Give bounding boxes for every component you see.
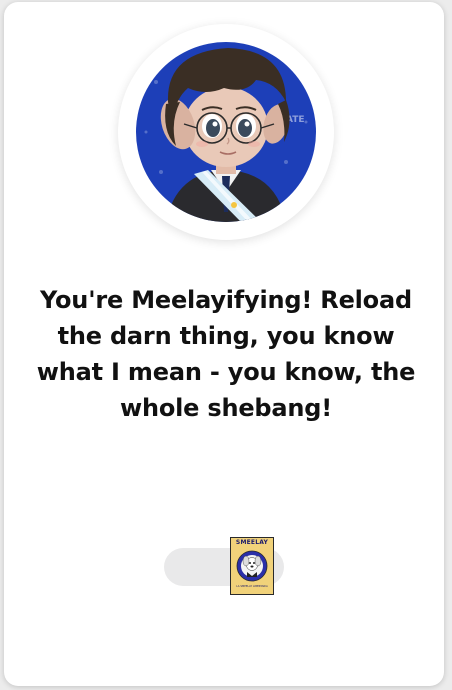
avatar: ATE bbox=[118, 24, 334, 240]
avatar-image: ATE bbox=[136, 42, 316, 222]
badge-caption: LA SMEELAY LIBERTARIA bbox=[236, 585, 268, 588]
badge-title: SMEELAY bbox=[235, 539, 269, 546]
smeelay-badge-icon[interactable]: SMEELAY LA SMEELAY LIBERTARIA bbox=[230, 537, 274, 595]
cartoon-portrait-icon: ATE bbox=[136, 42, 316, 222]
status-message: You're Meelayifying! Reload the darn thi… bbox=[36, 286, 416, 422]
message-card: ATE You're Meelayifying! Reload the darn… bbox=[4, 2, 444, 686]
